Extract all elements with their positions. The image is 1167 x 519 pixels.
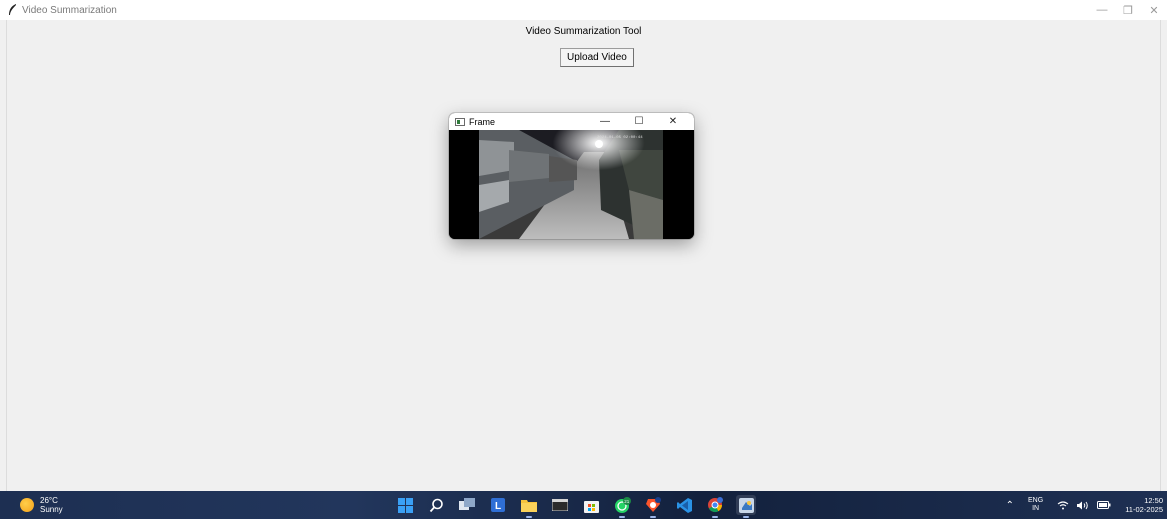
search-icon[interactable] bbox=[426, 495, 446, 515]
launcher-l-icon[interactable]: L bbox=[488, 495, 508, 515]
python-tkinter-icon[interactable] bbox=[736, 495, 756, 518]
frame-titlebar[interactable]: Frame — ☐ ✕ bbox=[449, 113, 694, 130]
cctv-street-image: 2024-01-05 02:00:44 bbox=[479, 130, 663, 239]
store-icon[interactable] bbox=[581, 495, 601, 515]
task-view-icon[interactable] bbox=[457, 495, 477, 515]
start-icon[interactable] bbox=[395, 495, 415, 515]
wifi-icon[interactable] bbox=[1057, 500, 1069, 510]
frame-window[interactable]: Frame — ☐ ✕ 2024-01-05 02:00:44 bbox=[449, 113, 694, 239]
minimize-button[interactable]: — bbox=[1089, 0, 1115, 20]
taskbar-apps: L 21 bbox=[395, 495, 767, 518]
whatsapp-icon[interactable]: 21 bbox=[612, 495, 632, 518]
chevron-up-icon[interactable]: ⌃ bbox=[1006, 500, 1014, 511]
upload-video-button[interactable]: Upload Video bbox=[560, 48, 634, 67]
file-explorer-icon[interactable] bbox=[519, 495, 539, 518]
frame-maximize-button[interactable]: ☐ bbox=[622, 113, 656, 130]
svg-text:L: L bbox=[495, 501, 501, 512]
language-indicator[interactable]: ENG IN bbox=[1028, 497, 1043, 513]
frame-title: Frame bbox=[469, 116, 496, 127]
terminal-icon[interactable] bbox=[550, 495, 570, 515]
battery-icon[interactable] bbox=[1097, 501, 1111, 509]
app-title: Video Summarization bbox=[22, 4, 117, 16]
clock[interactable]: 12:50 11-02-2025 bbox=[1125, 496, 1163, 514]
app-titlebar[interactable]: Video Summarization — ❐ ✕ bbox=[0, 0, 1167, 20]
restore-button[interactable]: ❐ bbox=[1115, 0, 1141, 20]
speaker-icon[interactable] bbox=[1077, 501, 1089, 510]
tool-heading: Video Summarization Tool bbox=[525, 26, 642, 37]
app-body: Video Summarization Tool Upload Video bbox=[6, 20, 1161, 491]
weather-temp: 26°C bbox=[40, 496, 58, 505]
feather-icon bbox=[5, 3, 19, 17]
window-controls: — ❐ ✕ bbox=[1089, 0, 1167, 20]
close-button[interactable]: ✕ bbox=[1141, 0, 1167, 20]
weather-condition: Sunny bbox=[40, 505, 63, 514]
frame-controls: — ☐ ✕ bbox=[588, 113, 690, 130]
frame-close-button[interactable]: ✕ bbox=[656, 113, 690, 130]
chrome-icon[interactable] bbox=[705, 495, 725, 518]
weather-widget[interactable]: 26°C Sunny bbox=[20, 496, 63, 514]
frame-minimize-button[interactable]: — bbox=[588, 113, 622, 130]
system-tray: ⌃ ENG IN 12:50 11-02-2025 bbox=[1006, 494, 1163, 516]
frame-window-icon bbox=[455, 117, 465, 126]
svg-text:21: 21 bbox=[624, 499, 630, 504]
clock-time: 12:50 bbox=[1144, 496, 1163, 505]
brave-browser-icon[interactable] bbox=[643, 495, 663, 518]
clock-date: 11-02-2025 bbox=[1125, 505, 1163, 514]
sun-icon bbox=[20, 498, 34, 512]
vscode-icon[interactable] bbox=[674, 495, 694, 515]
video-frame: 2024-01-05 02:00:44 bbox=[449, 130, 694, 239]
desktop-screen: Video Summarization — ❐ ✕ Video Summariz… bbox=[0, 0, 1167, 519]
video-timestamp: 2024-01-05 02:00:44 bbox=[597, 136, 643, 140]
taskbar: 26°C Sunny L 21 ⌃ ENG IN 12:50 11-02-202… bbox=[0, 491, 1167, 519]
